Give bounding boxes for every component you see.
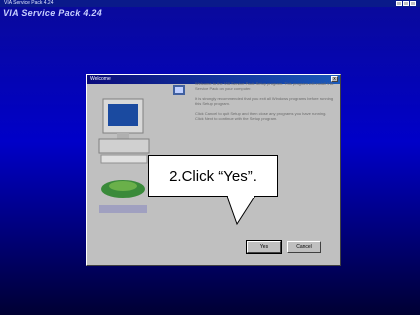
- window-controls: [396, 1, 416, 6]
- maximize-button[interactable]: [403, 1, 409, 6]
- instruction-callout: 2.Click “Yes”.: [148, 155, 278, 197]
- cancel-button[interactable]: Cancel: [287, 241, 321, 253]
- close-window-button[interactable]: [410, 1, 416, 6]
- window-title: VIA Service Pack 4.24: [4, 0, 54, 6]
- setup-banner-title: VIA Service Pack 4.24: [3, 8, 103, 18]
- callout-pointer: [226, 196, 256, 226]
- dialog-title: Welcome: [90, 76, 111, 82]
- window-titlebar: VIA Service Pack 4.24: [0, 0, 420, 7]
- dialog-message: Welcome to the VIA Service Pack Setup pr…: [195, 81, 335, 126]
- setup-icon: [173, 85, 185, 95]
- computer-illustration: [98, 98, 150, 213]
- message-paragraph: It is strongly recommended that you exit…: [195, 96, 334, 106]
- message-paragraph: Click Cancel to quit Setup and then clos…: [195, 111, 327, 121]
- yes-button[interactable]: Yes: [246, 240, 282, 254]
- minimize-button[interactable]: [396, 1, 402, 6]
- message-paragraph: Welcome to the VIA Service Pack Setup pr…: [195, 81, 334, 91]
